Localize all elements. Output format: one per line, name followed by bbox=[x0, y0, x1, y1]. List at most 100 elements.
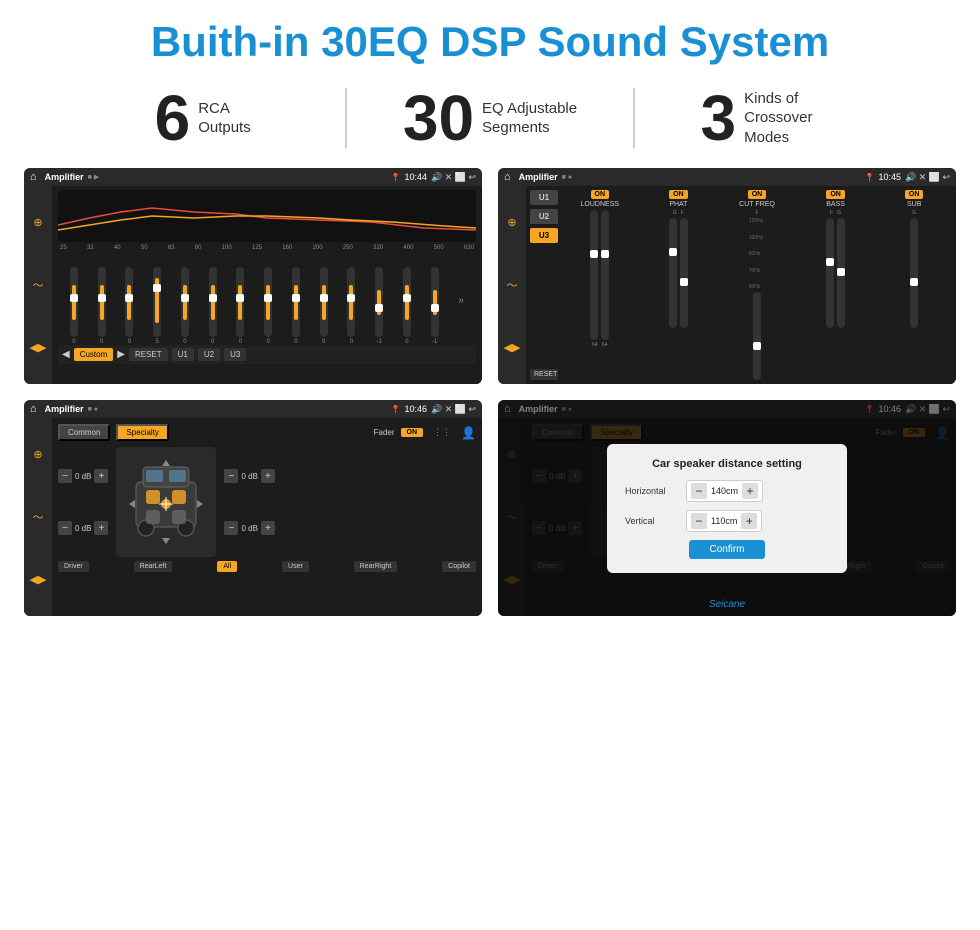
page-header: Buith-in 30EQ DSP Sound System bbox=[0, 0, 980, 76]
eq-reset-btn[interactable]: RESET bbox=[129, 348, 168, 361]
db-plus-tr[interactable]: + bbox=[261, 469, 275, 483]
eq-location-icon: 📍 bbox=[391, 173, 401, 182]
db-control-tl: − 0 dB + bbox=[58, 469, 108, 483]
db-plus-tl[interactable]: + bbox=[94, 469, 108, 483]
eq-prev-icon[interactable]: ◀ bbox=[62, 349, 70, 360]
xo-sub-on[interactable]: ON bbox=[905, 190, 924, 199]
eq-freq-labels: 253240506380100125160200250320400500630 bbox=[58, 245, 476, 251]
xo-sidebar: ⊕ 〜 ◀▶ bbox=[498, 186, 526, 384]
xo-home-icon[interactable]: ⌂ bbox=[504, 171, 511, 183]
fader-all-btn[interactable]: All bbox=[217, 561, 237, 572]
fader-main: Common Specialty Fader ON ⋮⋮ 👤 − 0 dB + bbox=[52, 418, 482, 616]
xo-u3-btn[interactable]: U3 bbox=[530, 228, 558, 243]
db-minus-tr[interactable]: − bbox=[224, 469, 238, 483]
db-minus-tl[interactable]: − bbox=[58, 469, 72, 483]
xo-reset-btn[interactable]: RESET bbox=[530, 369, 558, 380]
xo-content: ⊕ 〜 ◀▶ U1 U2 U3 RESET ON LOUDNESS bbox=[498, 186, 956, 384]
xo-channels: ON LOUDNESS 64 64 ON PHAT G F bbox=[562, 190, 952, 380]
fader-status-bar: ⌂ Amplifier ■ ● 📍 10:46 🔊 ✕ ⬜ ↩ bbox=[24, 400, 482, 418]
screen-eq: ⌂ Amplifier ■ ▶ 📍 10:44 🔊 ✕ ⬜ ↩ ⊕ 〜 ◀▶ bbox=[24, 168, 482, 384]
xo-location-icon: 📍 bbox=[865, 173, 875, 182]
stat-crossover: 3 Kinds ofCrossover Modes bbox=[635, 86, 920, 150]
fader-rearright-btn[interactable]: RearRight bbox=[354, 561, 398, 572]
fader-sidebar-icon-2[interactable]: 〜 bbox=[33, 509, 44, 525]
stat-eq-number: 30 bbox=[403, 86, 474, 150]
eq-rec-icon: ■ ▶ bbox=[88, 173, 100, 181]
eq-main: 253240506380100125160200250320400500630 … bbox=[52, 186, 482, 384]
xo-loudness-ch: ON LOUDNESS 64 64 bbox=[562, 190, 638, 380]
screen-fader: ⌂ Amplifier ■ ● 📍 10:46 🔊 ✕ ⬜ ↩ ⊕ 〜 ◀▶ C… bbox=[24, 400, 482, 616]
fader-driver-btn[interactable]: Driver bbox=[58, 561, 89, 572]
fader-rearleft-btn[interactable]: RearLeft bbox=[134, 561, 173, 572]
eq-time: 10:44 bbox=[404, 172, 427, 182]
eq-sidebar-icon-1[interactable]: ⊕ bbox=[33, 216, 42, 229]
dialog-box: Car speaker distance setting Horizontal … bbox=[607, 444, 847, 573]
xo-sidebar-icon-2[interactable]: 〜 bbox=[507, 277, 518, 293]
eq-sidebar-icon-3[interactable]: ◀▶ bbox=[30, 341, 47, 354]
dialog-vertical-row: Vertical − 110cm + bbox=[625, 510, 829, 532]
fader-specialty-tab[interactable]: Specialty bbox=[116, 424, 168, 441]
eq-next-icon[interactable]: ▶ bbox=[117, 349, 125, 360]
db-plus-br[interactable]: + bbox=[261, 521, 275, 535]
dialog-horizontal-row: Horizontal − 140cm + bbox=[625, 480, 829, 502]
dialog-vertical-minus[interactable]: − bbox=[691, 513, 707, 529]
car-diagram bbox=[116, 447, 216, 557]
xo-main: U1 U2 U3 RESET ON LOUDNESS 64 64 bbox=[526, 186, 956, 384]
xo-cutfreq-ch: ON CUT FREQ F 120Hz100Hz80Hz70Hz60Hz bbox=[719, 190, 795, 380]
stat-eq-label: EQ AdjustableSegments bbox=[482, 99, 577, 138]
seicane-watermark: Seicane bbox=[498, 597, 956, 614]
xo-sidebar-icon-1[interactable]: ⊕ bbox=[507, 216, 516, 229]
fader-user-btn[interactable]: User bbox=[282, 561, 309, 572]
xo-icons: 🔊 ✕ ⬜ ↩ bbox=[905, 172, 950, 183]
eq-custom-btn[interactable]: Custom bbox=[74, 348, 114, 361]
dialog-confirm-button[interactable]: Confirm bbox=[689, 540, 764, 559]
xo-bass-label: BASS bbox=[826, 201, 845, 208]
fader-sidebar-icon-1[interactable]: ⊕ bbox=[33, 448, 42, 461]
xo-sub-ch: ON SUB G bbox=[876, 190, 952, 380]
screen-dialog: ⌂ Amplifier ■ ● 📍 10:46 🔊 ✕ ⬜ ↩ ⊕ 〜 ◀▶ C… bbox=[498, 400, 956, 616]
fader-time: 10:46 bbox=[404, 404, 427, 414]
eq-u2-btn[interactable]: U2 bbox=[198, 348, 220, 361]
fader-sidebar: ⊕ 〜 ◀▶ bbox=[24, 418, 52, 616]
xo-phat-on[interactable]: ON bbox=[669, 190, 688, 199]
db-control-tr: − 0 dB + bbox=[224, 469, 274, 483]
xo-sidebar-icon-3[interactable]: ◀▶ bbox=[504, 341, 521, 354]
fader-content: ⊕ 〜 ◀▶ Common Specialty Fader ON ⋮⋮ 👤 − bbox=[24, 418, 482, 616]
fader-bottom-buttons: Driver RearLeft All User RearRight Copil… bbox=[58, 561, 476, 572]
fader-home-icon[interactable]: ⌂ bbox=[30, 403, 37, 415]
dialog-horizontal-minus[interactable]: − bbox=[691, 483, 707, 499]
xo-bass-ch: ON BASS F G bbox=[798, 190, 874, 380]
db-control-br: − 0 dB + bbox=[224, 521, 274, 535]
screen-crossover: ⌂ Amplifier ■ ● 📍 10:45 🔊 ✕ ⬜ ↩ ⊕ 〜 ◀▶ U… bbox=[498, 168, 956, 384]
home-icon[interactable]: ⌂ bbox=[30, 171, 37, 183]
fader-label: Fader bbox=[374, 428, 395, 437]
eq-app-title: Amplifier bbox=[45, 172, 84, 182]
xo-cutfreq-on[interactable]: ON bbox=[748, 190, 767, 199]
db-minus-bl[interactable]: − bbox=[58, 521, 72, 535]
dialog-vertical-plus[interactable]: + bbox=[741, 513, 757, 529]
xo-cutfreq-label: CUT FREQ bbox=[739, 201, 775, 208]
stat-eq: 30 EQ AdjustableSegments bbox=[347, 86, 632, 150]
fader-common-tab[interactable]: Common bbox=[58, 424, 110, 441]
dialog-vertical-value-box: − 110cm + bbox=[686, 510, 762, 532]
fader-sidebar-icon-3[interactable]: ◀▶ bbox=[30, 573, 47, 586]
fader-left-controls: − 0 dB + − 0 dB + bbox=[58, 469, 108, 535]
dialog-horizontal-plus[interactable]: + bbox=[742, 483, 758, 499]
dialog-title: Car speaker distance setting bbox=[625, 458, 829, 470]
fader-copilot-btn[interactable]: Copilot bbox=[442, 561, 476, 572]
xo-app-title: Amplifier bbox=[519, 172, 558, 182]
eq-sidebar: ⊕ 〜 ◀▶ bbox=[24, 186, 52, 384]
xo-u1-btn[interactable]: U1 bbox=[530, 190, 558, 205]
xo-bass-on[interactable]: ON bbox=[826, 190, 845, 199]
fader-top-bar: Common Specialty Fader ON ⋮⋮ 👤 bbox=[58, 424, 476, 441]
eq-u3-btn[interactable]: U3 bbox=[224, 348, 246, 361]
xo-rec-icon: ■ ● bbox=[562, 174, 572, 181]
fader-diagram-area: − 0 dB + − 0 dB + bbox=[58, 447, 476, 557]
eq-u1-btn[interactable]: U1 bbox=[172, 348, 194, 361]
db-plus-bl[interactable]: + bbox=[94, 521, 108, 535]
db-minus-br[interactable]: − bbox=[224, 521, 238, 535]
xo-phat-ch: ON PHAT G F bbox=[641, 190, 717, 380]
xo-loudness-on[interactable]: ON bbox=[591, 190, 610, 199]
eq-sidebar-icon-2[interactable]: 〜 bbox=[33, 277, 44, 293]
xo-u2-btn[interactable]: U2 bbox=[530, 209, 558, 224]
